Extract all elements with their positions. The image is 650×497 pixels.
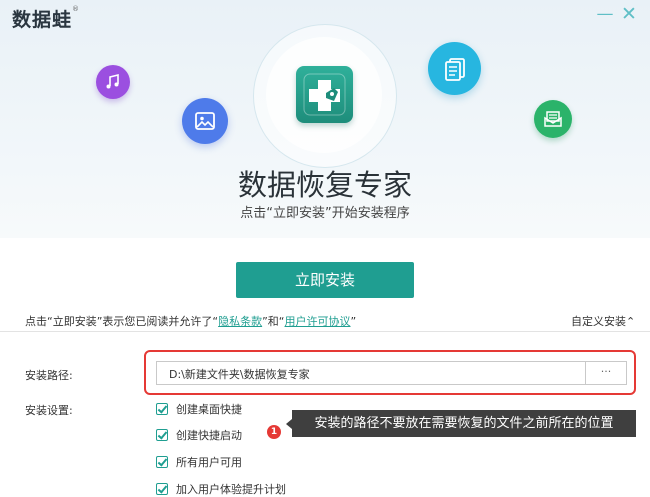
brand-logo: 数据蛙® — [12, 5, 81, 31]
divider — [0, 331, 650, 332]
music-icon — [96, 65, 130, 99]
license-link[interactable]: 用户许可协议 — [285, 315, 351, 328]
image-icon — [182, 98, 228, 144]
minimize-button[interactable]: — — [595, 4, 615, 24]
checkbox-checked-icon[interactable] — [156, 483, 168, 495]
checkbox-desktop-shortcut[interactable]: 创建桌面快捷 — [156, 402, 242, 416]
install-path-label: 安装路径: — [25, 369, 73, 382]
install-now-button[interactable]: 立即安装 — [236, 262, 414, 298]
chevron-up-icon: ⌃ — [626, 315, 636, 328]
agreement-text: 点击“立即安装”表示您已阅读并允许了“隐私条款”和“用户许可协议” — [25, 315, 357, 328]
annotation-tooltip: 安装的路径不要放在需要恢复的文件之前所在的位置 — [286, 410, 636, 437]
annotation-highlight-frame — [144, 350, 636, 395]
checkbox-quick-launch[interactable]: 创建快捷启动 — [156, 428, 242, 442]
install-settings-label: 安装设置: — [25, 404, 73, 417]
checkbox-checked-icon[interactable] — [156, 403, 168, 415]
privacy-link[interactable]: 隐私条款 — [218, 315, 262, 328]
mail-icon — [534, 100, 572, 138]
close-button[interactable]: ✕ — [619, 4, 639, 24]
checkbox-checked-icon[interactable] — [156, 429, 168, 441]
custom-install-toggle[interactable]: 自定义安装⌃ — [571, 313, 635, 329]
annotation-number-badge: 1 — [267, 425, 281, 439]
checkbox-all-users[interactable]: 所有用户可用 — [156, 455, 242, 469]
app-logo-icon — [296, 66, 353, 123]
product-subtitle: 点击“立即安装”开始安装程序 — [240, 206, 410, 221]
document-icon — [428, 42, 481, 95]
product-title: 数据恢复专家 — [237, 168, 412, 202]
checkbox-checked-icon[interactable] — [156, 456, 168, 468]
